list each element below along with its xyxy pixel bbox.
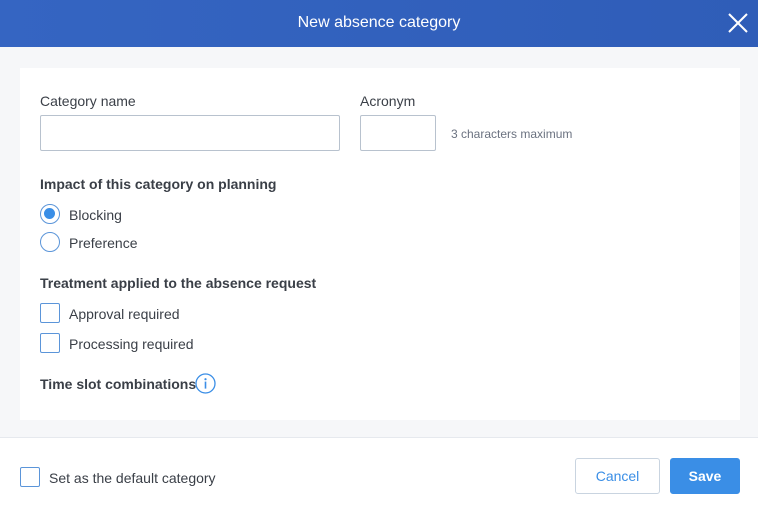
info-icon[interactable] xyxy=(195,373,216,394)
default-category-label: Set as the default category xyxy=(49,470,216,486)
dialog-header: New absence category xyxy=(0,0,758,47)
approval-required-checkbox[interactable] xyxy=(40,303,60,323)
approval-required-label: Approval required xyxy=(69,306,180,322)
close-button[interactable] xyxy=(726,11,750,35)
processing-required-checkbox[interactable] xyxy=(40,333,60,353)
acronym-hint: 3 characters maximum xyxy=(451,127,573,141)
default-category-checkbox[interactable] xyxy=(20,467,40,487)
acronym-input[interactable] xyxy=(360,115,436,151)
dialog-footer: Set as the default category Cancel Save xyxy=(0,437,758,511)
acronym-label: Acronym xyxy=(360,93,416,109)
radio-preference-label: Preference xyxy=(69,235,138,251)
processing-required-label: Processing required xyxy=(69,336,194,352)
time-slot-title: Time slot combinations xyxy=(40,376,197,392)
dialog-title: New absence category xyxy=(297,14,461,31)
form-panel: Category name Acronym 3 characters maxim… xyxy=(20,68,740,420)
radio-preference[interactable] xyxy=(40,232,60,252)
category-name-label: Category name xyxy=(40,93,136,109)
radio-blocking-label: Blocking xyxy=(69,207,122,223)
save-button[interactable]: Save xyxy=(670,458,740,494)
close-icon xyxy=(728,13,748,33)
category-name-input[interactable] xyxy=(40,115,340,151)
impact-section-title: Impact of this category on planning xyxy=(40,176,277,192)
radio-blocking[interactable] xyxy=(40,204,60,224)
treatment-section-title: Treatment applied to the absence request xyxy=(40,275,317,291)
cancel-button[interactable]: Cancel xyxy=(575,458,660,494)
